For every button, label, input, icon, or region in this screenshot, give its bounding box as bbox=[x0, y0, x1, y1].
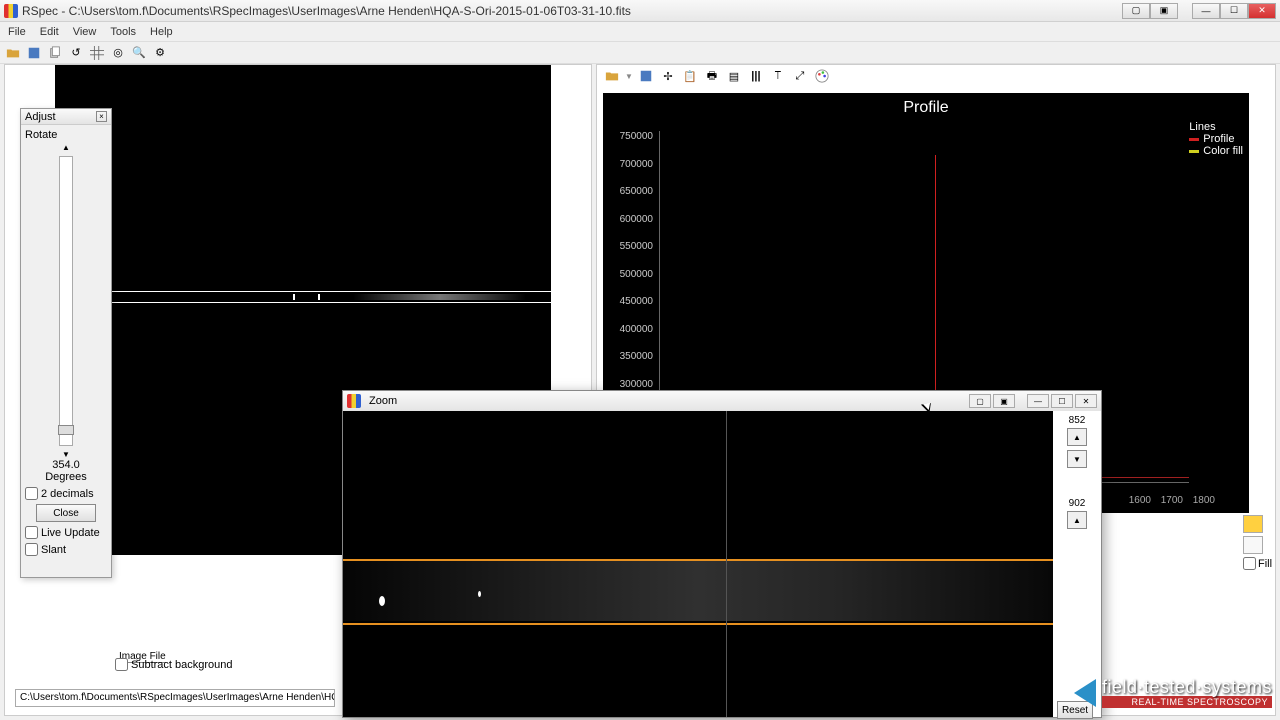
aux-button-2[interactable]: ▣ bbox=[1150, 3, 1178, 19]
logo-tagline: REAL-TIME SPECTROSCOPY bbox=[1102, 696, 1272, 708]
menu-view[interactable]: View bbox=[73, 26, 97, 38]
palette-icon[interactable] bbox=[813, 67, 831, 85]
zoom-maximize[interactable]: ☐ bbox=[1051, 394, 1073, 408]
zoom-window[interactable]: Zoom ▢ ▣ — ☐ ✕ 852 ▲ ▼ 902 ▲ Reset bbox=[342, 390, 1102, 718]
image-path-field[interactable]: C:\Users\tom.f\Documents\RSpecImages\Use… bbox=[15, 689, 335, 707]
menu-edit[interactable]: Edit bbox=[40, 26, 59, 38]
copy-icon[interactable] bbox=[46, 44, 64, 62]
zoom-bottom-up[interactable]: ▲ bbox=[1067, 511, 1087, 529]
left-toolbar: ↺ ◎ 🔍 ⚙ bbox=[0, 42, 1280, 64]
print-icon[interactable]: 🖶 bbox=[703, 67, 721, 85]
brand-logo: field·tested·systems REAL-TIME SPECTROSC… bbox=[1074, 678, 1272, 708]
window-title: RSpec - C:\Users\tom.f\Documents\RSpecIm… bbox=[22, 4, 1122, 18]
zoom-image[interactable] bbox=[343, 411, 1053, 717]
logo-text: field·tested·systems bbox=[1102, 678, 1272, 696]
zoom-minimize[interactable]: — bbox=[1027, 394, 1049, 408]
live-update-checkbox[interactable]: Live Update bbox=[25, 526, 107, 539]
rotate-unit: Degrees bbox=[25, 471, 107, 483]
app-icon bbox=[4, 4, 18, 18]
chart-title: Profile bbox=[603, 93, 1249, 117]
rotate-slider[interactable] bbox=[59, 156, 73, 446]
menu-help[interactable]: Help bbox=[150, 26, 173, 38]
maximize-button[interactable]: ☐ bbox=[1220, 3, 1248, 19]
zoom-app-icon bbox=[347, 394, 361, 408]
rotate-value: 354.0 bbox=[25, 459, 107, 471]
fx-icon[interactable]: ⤢ bbox=[791, 67, 809, 85]
chart-side-controls: Fill bbox=[1243, 515, 1271, 570]
slant-checkbox[interactable]: Slant bbox=[25, 543, 107, 556]
save-icon[interactable] bbox=[637, 67, 655, 85]
zoom-bottom-value: 902 bbox=[1057, 498, 1097, 509]
menu-tools[interactable]: Tools bbox=[110, 26, 136, 38]
zoom-aux-1[interactable]: ▢ bbox=[969, 394, 991, 408]
clear-icon[interactable]: ↺ bbox=[67, 44, 85, 62]
grid-icon[interactable] bbox=[88, 44, 106, 62]
zoom-aux-2[interactable]: ▣ bbox=[993, 394, 1015, 408]
open-icon[interactable] bbox=[4, 44, 22, 62]
main-titlebar: RSpec - C:\Users\tom.f\Documents\RSpecIm… bbox=[0, 0, 1280, 22]
zoom-top-up[interactable]: ▲ bbox=[1067, 428, 1087, 446]
minimize-button[interactable]: — bbox=[1192, 3, 1220, 19]
subtract-bg-checkbox[interactable]: Subtract background bbox=[115, 658, 233, 671]
close-button[interactable]: ✕ bbox=[1248, 3, 1276, 19]
aux-button-1[interactable]: ▢ bbox=[1122, 3, 1150, 19]
fill-checkbox[interactable]: Fill bbox=[1243, 557, 1271, 570]
zoom-titlebar[interactable]: Zoom ▢ ▣ — ☐ ✕ bbox=[343, 391, 1101, 411]
adjust-close-icon[interactable]: × bbox=[96, 111, 107, 122]
target-icon[interactable]: ◎ bbox=[109, 44, 127, 62]
zoom-top-down[interactable]: ▼ bbox=[1067, 450, 1087, 468]
two-decimals-checkbox[interactable]: 2 decimals bbox=[25, 487, 107, 500]
zoom-side-controls: 852 ▲ ▼ 902 ▲ Reset bbox=[1053, 411, 1101, 717]
logo-triangle-icon bbox=[1074, 679, 1096, 707]
rotate-label: Rotate bbox=[25, 129, 107, 141]
right-toolbar: ▼ ✢ 📋 🖶 ▤ ||| ⟙ ⤢ bbox=[597, 65, 1275, 87]
menu-bar: File Edit View Tools Help bbox=[0, 22, 1280, 42]
open-icon[interactable] bbox=[603, 67, 621, 85]
gear-icon[interactable]: ⚙ bbox=[151, 44, 169, 62]
slider-up-icon[interactable]: ▲ bbox=[25, 143, 107, 152]
zoom-top-value: 852 bbox=[1057, 415, 1097, 426]
zoom-title: Zoom bbox=[369, 395, 969, 407]
calibrate-icon[interactable]: ⟙ bbox=[769, 67, 787, 85]
list-icon[interactable]: ▤ bbox=[725, 67, 743, 85]
pin-icon[interactable]: ✢ bbox=[659, 67, 677, 85]
slider-down-icon[interactable]: ▼ bbox=[25, 450, 107, 459]
adjust-panel[interactable]: Adjust × Rotate ▲ ▼ 354.0 Degrees 2 deci… bbox=[20, 108, 112, 578]
adjust-title: Adjust bbox=[25, 111, 56, 123]
save-icon[interactable] bbox=[25, 44, 43, 62]
chart-legend: Lines Profile Color fill bbox=[1189, 121, 1243, 157]
zoom-tool-icon[interactable] bbox=[1243, 515, 1263, 533]
bars-icon[interactable]: ||| bbox=[747, 67, 765, 85]
search-icon[interactable]: 🔍 bbox=[130, 44, 148, 62]
menu-file[interactable]: File bbox=[8, 26, 26, 38]
grid-tool-icon[interactable] bbox=[1243, 536, 1263, 554]
adjust-close-button[interactable]: Close bbox=[36, 504, 96, 522]
zoom-close[interactable]: ✕ bbox=[1075, 394, 1097, 408]
copy-icon[interactable]: 📋 bbox=[681, 67, 699, 85]
